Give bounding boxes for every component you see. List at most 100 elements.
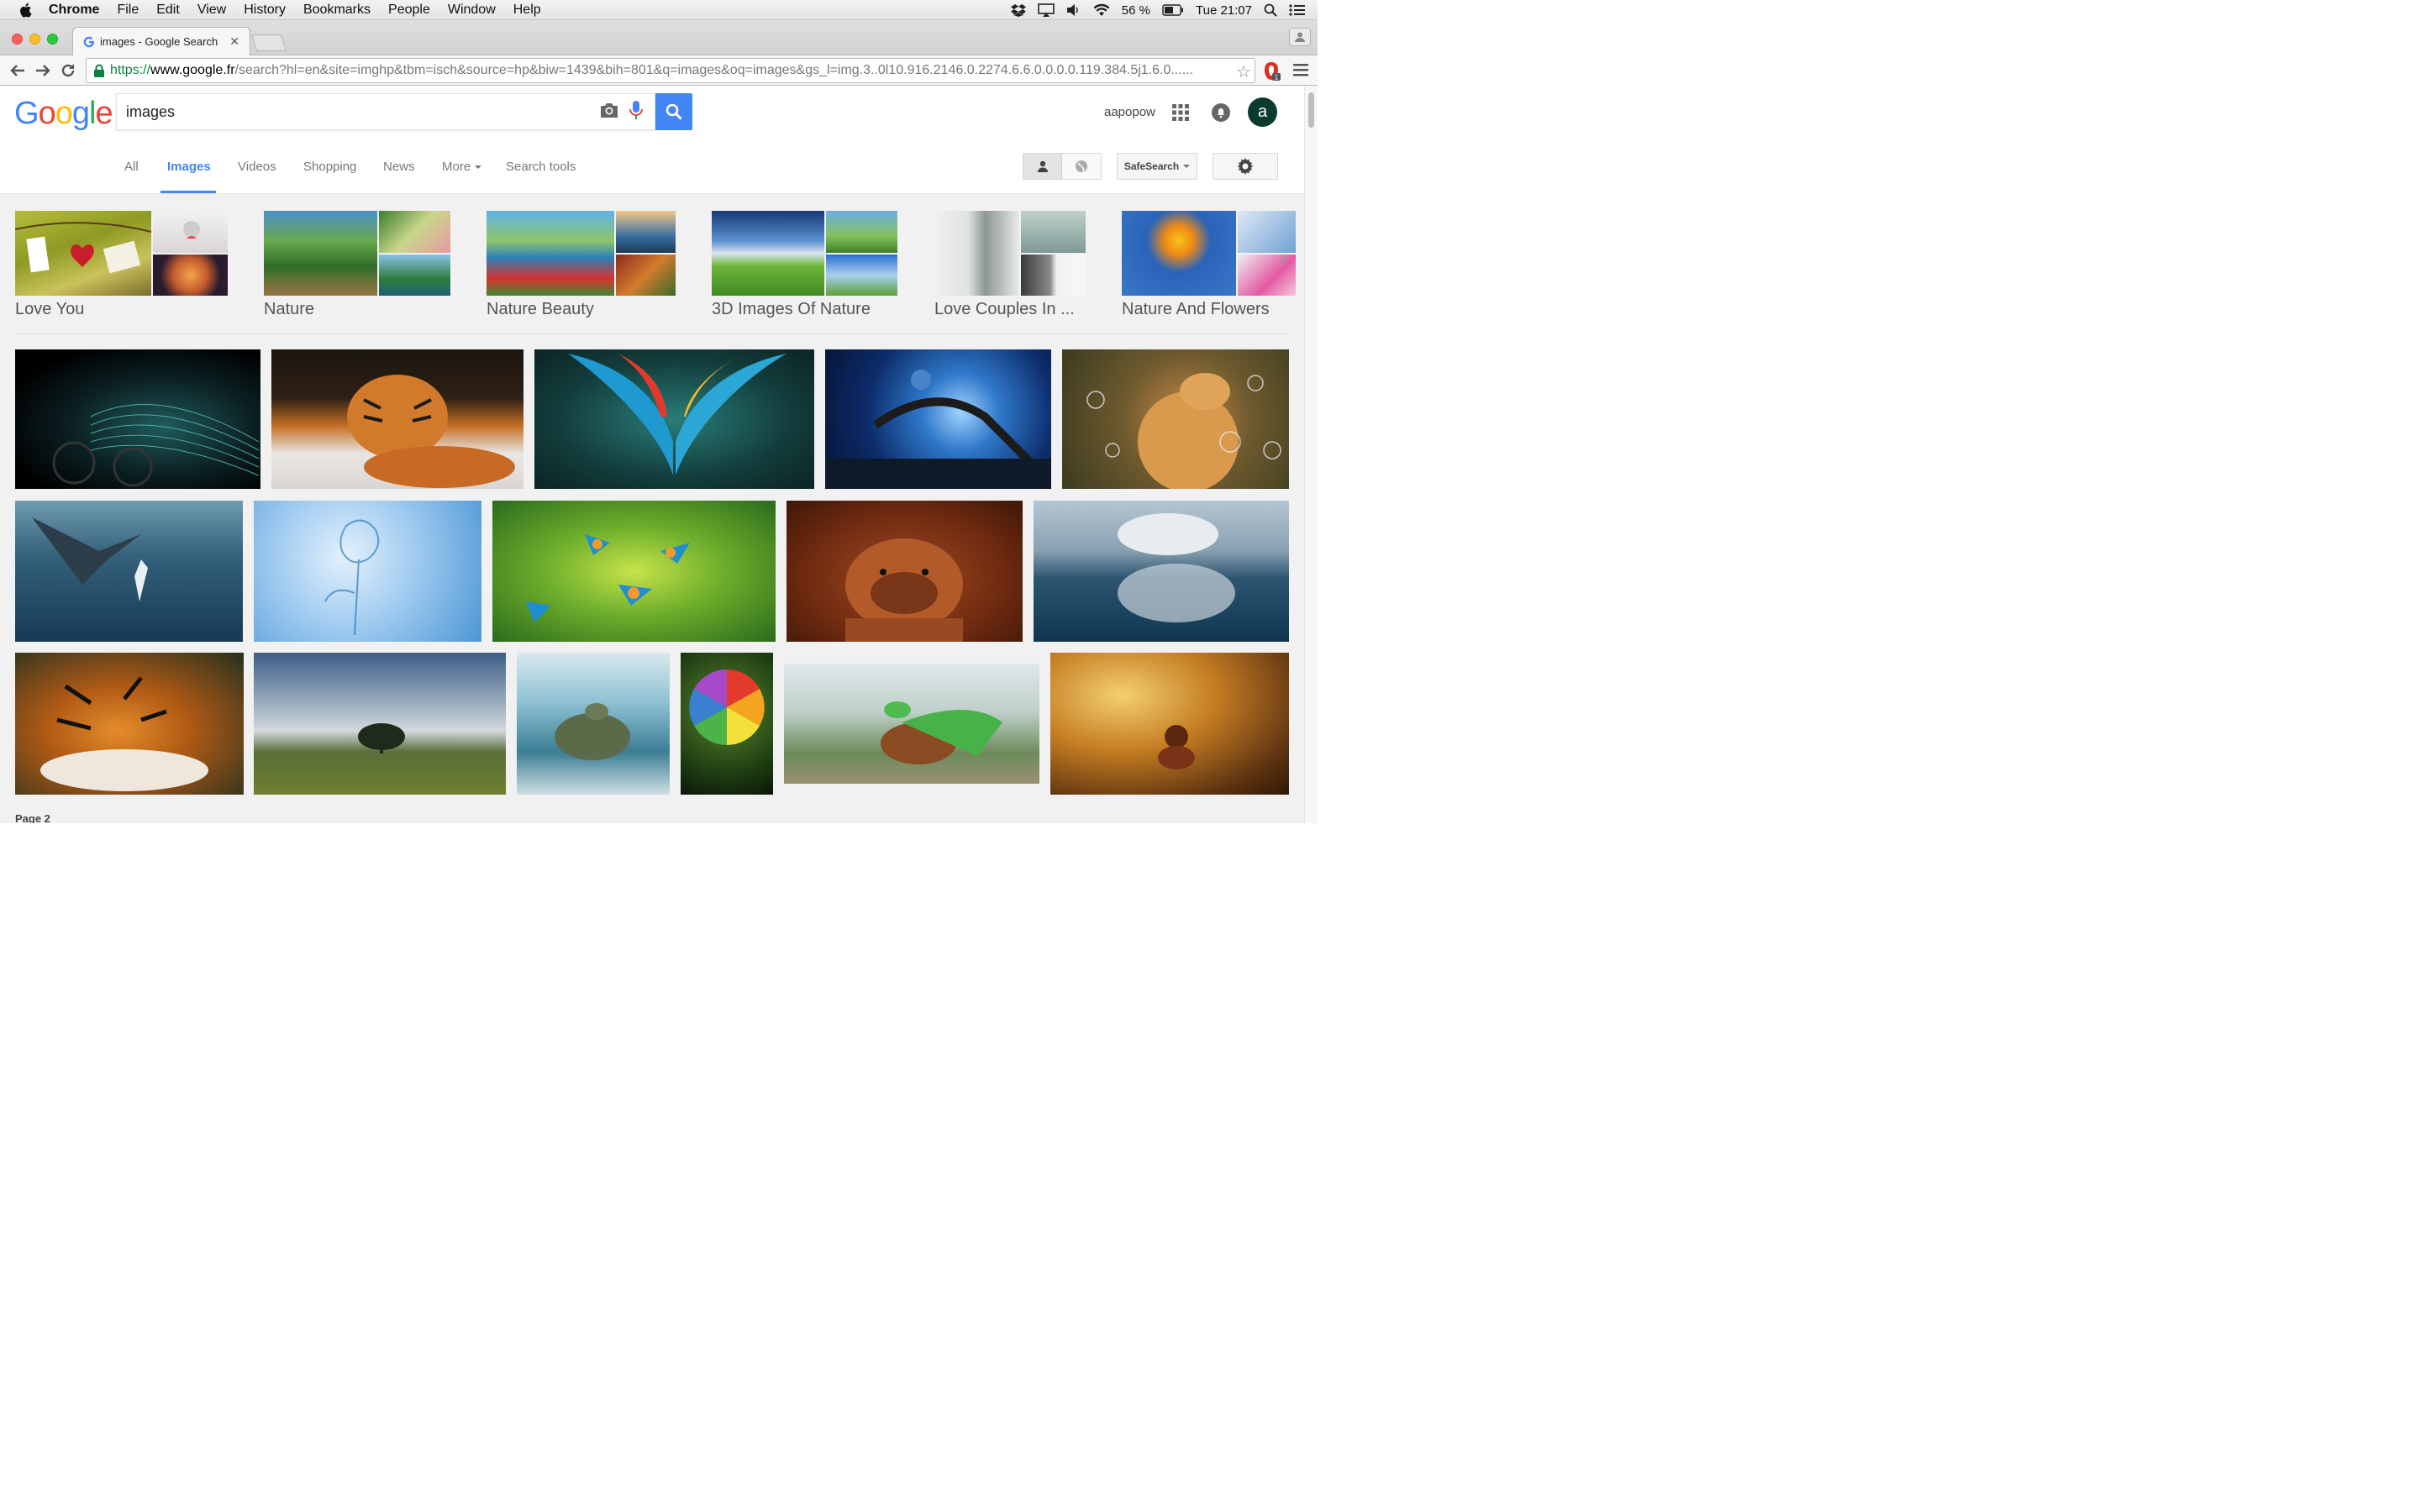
related-image — [379, 254, 450, 296]
result-image[interactable] — [15, 349, 260, 489]
result-image[interactable] — [517, 653, 670, 795]
related-search-nature-and-flowers[interactable]: Nature And Flowers — [1122, 211, 1296, 320]
menu-people[interactable]: People — [388, 3, 430, 18]
result-image[interactable] — [271, 349, 523, 489]
search-button[interactable] — [655, 93, 692, 130]
extension-icon[interactable]: 1 — [1262, 61, 1281, 86]
apple-icon[interactable] — [18, 3, 34, 18]
url-host: www.google.fr — [150, 63, 235, 77]
safesearch-dropdown[interactable]: SafeSearch — [1117, 153, 1197, 180]
camera-icon[interactable] — [599, 102, 619, 123]
microphone-icon[interactable] — [629, 100, 643, 124]
avatar[interactable]: a — [1248, 97, 1277, 127]
related-image — [934, 211, 1019, 296]
related-image — [616, 254, 676, 296]
result-image[interactable] — [1050, 653, 1289, 795]
new-tab-button[interactable] — [250, 34, 287, 51]
notification-center-icon[interactable] — [1289, 3, 1306, 17]
result-image[interactable] — [534, 349, 814, 489]
related-label: Nature Beauty — [487, 300, 594, 318]
close-window-button[interactable] — [12, 34, 23, 45]
scrollbar[interactable] — [1304, 86, 1318, 823]
result-image[interactable] — [786, 501, 1023, 642]
personal-results-button[interactable] — [1023, 154, 1063, 179]
menu-app-name[interactable]: Chrome — [49, 3, 99, 18]
zoom-window-button[interactable] — [47, 34, 58, 45]
google-favicon-icon — [83, 36, 94, 47]
related-search-3d-images-of-nature[interactable]: 3D Images Of Nature — [712, 211, 897, 320]
notifications-bell-icon[interactable] — [1212, 103, 1230, 126]
related-image — [826, 211, 897, 253]
result-image[interactable] — [254, 501, 481, 642]
tab-more-label: More — [442, 160, 471, 174]
clock[interactable]: Tue 21:07 — [1196, 3, 1252, 18]
result-image[interactable] — [492, 501, 776, 642]
related-image — [616, 211, 676, 253]
reload-icon[interactable] — [55, 58, 81, 83]
result-image[interactable] — [254, 653, 506, 795]
related-thumb-stack — [153, 211, 228, 296]
related-thumbnails — [14, 211, 228, 296]
related-label: 3D Images Of Nature — [712, 300, 871, 318]
menu-window[interactable]: Window — [448, 3, 496, 18]
url-path: /search?hl=en&site=imghp&tbm=isch&source… — [234, 63, 1194, 77]
result-image[interactable] — [1034, 501, 1289, 642]
menu-view[interactable]: View — [197, 3, 226, 18]
tab-videos[interactable]: Videos — [238, 160, 276, 174]
tab-images[interactable]: Images — [167, 160, 211, 174]
back-arrow-icon[interactable] — [5, 58, 30, 83]
active-tab-indicator — [160, 191, 216, 193]
tab-more[interactable]: More — [442, 160, 482, 174]
related-image — [153, 254, 228, 296]
menu-file[interactable]: File — [117, 3, 139, 18]
related-search-nature[interactable]: Nature — [264, 211, 450, 320]
minimize-window-button[interactable] — [29, 34, 40, 45]
safesearch-label: SafeSearch — [1123, 160, 1180, 172]
bookmark-star-icon[interactable]: ☆ — [1236, 61, 1251, 82]
related-search-love-couples[interactable]: Love Couples In ... — [934, 211, 1086, 320]
tab-search-tools[interactable]: Search tools — [506, 160, 576, 174]
apps-grid-icon[interactable] — [1172, 104, 1189, 125]
username[interactable]: aapopow — [1104, 105, 1155, 119]
related-search-nature-beauty[interactable]: Nature Beauty — [487, 211, 676, 320]
result-image[interactable] — [784, 664, 1039, 784]
result-image[interactable] — [1062, 349, 1289, 492]
related-image — [487, 211, 614, 296]
related-search-love-you[interactable]: Love You — [14, 211, 228, 320]
menu-edit[interactable]: Edit — [156, 3, 180, 18]
wifi-icon[interactable] — [1093, 3, 1110, 17]
related-next-arrow-icon[interactable]: › — [1270, 241, 1296, 275]
lock-icon — [94, 64, 104, 77]
forward-arrow-icon[interactable] — [30, 58, 55, 83]
menu-help[interactable]: Help — [513, 3, 541, 18]
results-area: Love You Nature Nature Beauty 3D Images … — [0, 194, 1304, 823]
menu-history[interactable]: History — [244, 3, 286, 18]
spotlight-icon[interactable] — [1264, 3, 1277, 17]
result-image[interactable] — [15, 501, 243, 642]
result-image[interactable] — [15, 653, 244, 795]
address-bar[interactable]: https://www.google.fr/search?hl=en&site=… — [86, 58, 1255, 83]
search-input[interactable]: images — [116, 93, 655, 130]
chrome-menu-icon[interactable] — [1292, 62, 1309, 81]
tab-all[interactable]: All — [124, 160, 139, 174]
related-label: Love You — [15, 300, 85, 318]
svg-text:1: 1 — [1275, 74, 1279, 81]
browser-tab[interactable]: images - Google Search ✕ — [72, 27, 250, 55]
menu-bookmarks[interactable]: Bookmarks — [303, 3, 371, 18]
caret-down-icon — [1183, 165, 1191, 168]
scrollbar-thumb[interactable] — [1308, 92, 1314, 128]
dropbox-icon[interactable] — [1010, 3, 1026, 17]
google-logo[interactable]: Google — [14, 96, 113, 132]
related-label: Nature — [264, 300, 315, 318]
airplay-icon[interactable] — [1037, 3, 1055, 17]
battery-icon[interactable] — [1162, 4, 1184, 16]
settings-button[interactable] — [1213, 153, 1278, 180]
profile-icon[interactable] — [1289, 28, 1311, 46]
tab-close-icon[interactable]: ✕ — [229, 34, 239, 49]
result-image[interactable] — [825, 349, 1051, 489]
tab-shopping[interactable]: Shopping — [303, 160, 356, 174]
result-image[interactable] — [681, 653, 773, 795]
global-results-button[interactable] — [1062, 154, 1101, 179]
tab-news[interactable]: News — [383, 160, 415, 174]
volume-icon[interactable] — [1066, 3, 1081, 17]
